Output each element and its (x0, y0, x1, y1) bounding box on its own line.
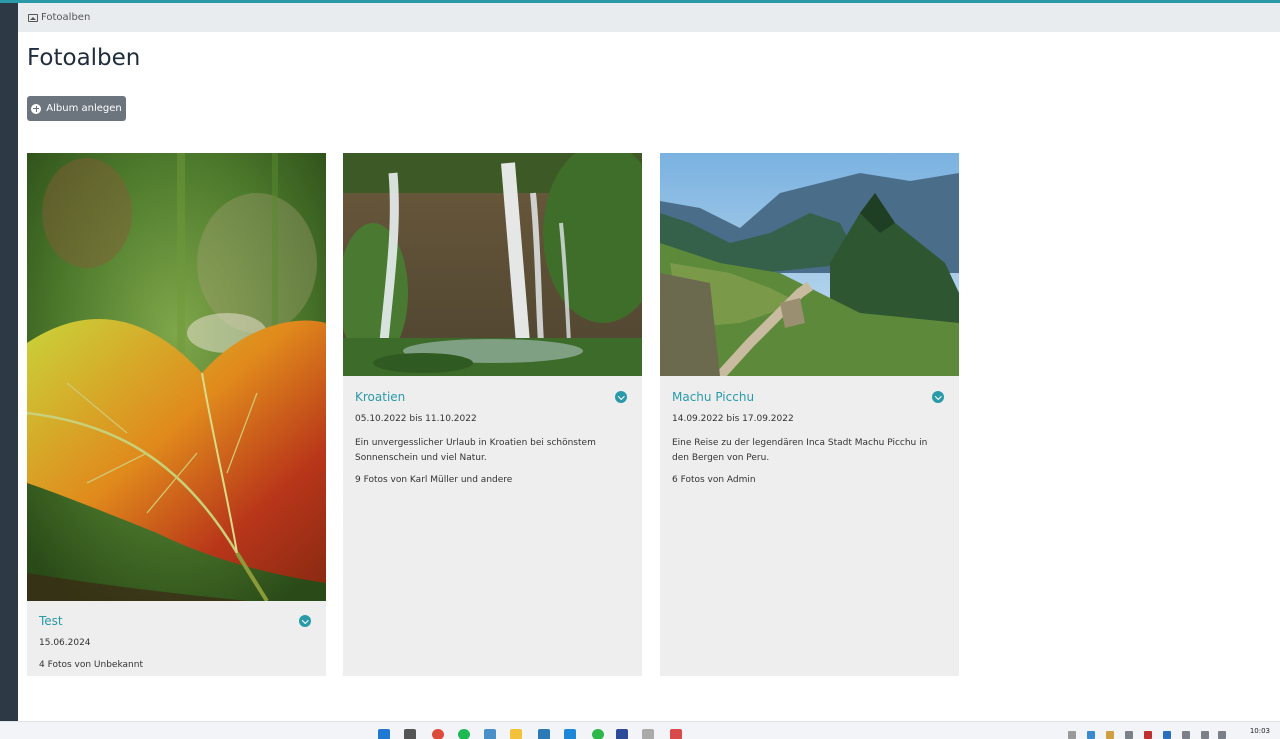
photo-album-icon (28, 13, 38, 22)
sidebar[interactable] (0, 3, 18, 721)
album-card-body: Kroatien 05.10.2022 bis 11.10.2022 Ein u… (355, 390, 630, 485)
album-date: 05.10.2022 bis 11.10.2022 (355, 414, 477, 424)
password-manager-icon[interactable] (616, 729, 628, 739)
album-card-body: Machu Picchu 14.09.2022 bis 17.09.2022 E… (672, 390, 947, 485)
album-card-body: Test 15.06.2024 4 Fotos von Unbekannt (39, 614, 314, 670)
vscode-icon[interactable] (564, 729, 576, 739)
file-explorer-icon[interactable] (510, 729, 522, 739)
chrome-icon[interactable] (432, 729, 444, 739)
waterfall-photo[interactable] (343, 153, 642, 376)
calendar-icon[interactable] (538, 729, 550, 739)
album-description: Eine Reise zu der legendären Inca Stadt … (672, 438, 928, 463)
tray-app-icon[interactable] (1163, 731, 1171, 739)
page-title: Fotoalben (27, 45, 141, 71)
album-card-test[interactable]: Test 15.06.2024 4 Fotos von Unbekannt (27, 153, 326, 676)
app-icon[interactable] (484, 729, 496, 739)
plus-circle-icon (31, 103, 42, 114)
usb-icon[interactable] (1182, 731, 1190, 739)
tray-app-icon[interactable] (1106, 731, 1114, 739)
spotify-icon[interactable] (458, 729, 470, 739)
breadcrumb: Fotoalben (18, 3, 1280, 32)
clock[interactable]: 10:03 (1250, 727, 1270, 735)
chevron-down-icon[interactable] (615, 391, 627, 403)
add-album-label: Album anlegen (46, 103, 122, 114)
autumn-leaf-photo[interactable] (27, 153, 326, 601)
app-icon[interactable] (642, 729, 654, 739)
album-photo-count: 9 Fotos von Karl Müller und andere (355, 475, 513, 485)
album-photo-count: 4 Fotos von Unbekannt (39, 660, 143, 670)
album-date: 15.06.2024 (39, 638, 91, 648)
volume-muted-icon[interactable] (1218, 731, 1226, 739)
tray-app-icon[interactable] (1144, 731, 1152, 739)
chevron-down-icon[interactable] (932, 391, 944, 403)
album-title[interactable]: Test (39, 614, 314, 628)
album-description: Ein unvergesslicher Urlaub in Kroatien b… (355, 438, 596, 463)
tray-app-icon[interactable] (1125, 731, 1133, 739)
snipping-tool-icon[interactable] (670, 729, 682, 739)
album-photo-count: 6 Fotos von Admin (672, 475, 756, 485)
windows-start-icon[interactable] (378, 729, 390, 739)
chevron-up-icon[interactable] (1068, 731, 1076, 739)
album-card-machu-picchu[interactable]: Machu Picchu 14.09.2022 bis 17.09.2022 E… (660, 153, 959, 676)
machu-picchu-photo[interactable] (660, 153, 959, 376)
album-card-kroatien[interactable]: Kroatien 05.10.2022 bis 11.10.2022 Ein u… (343, 153, 642, 676)
breadcrumb-item-fotoalben[interactable]: Fotoalben (41, 12, 90, 23)
tray-app-icon[interactable] (1087, 731, 1095, 739)
album-title[interactable]: Machu Picchu (672, 390, 947, 404)
add-album-button[interactable]: Album anlegen (27, 96, 126, 121)
album-title[interactable]: Kroatien (355, 390, 630, 404)
album-date: 14.09.2022 bis 17.09.2022 (672, 414, 794, 424)
whatsapp-icon[interactable] (592, 729, 604, 739)
os-taskbar: 10:03 (0, 721, 1280, 739)
display-icon[interactable] (1201, 731, 1209, 739)
chevron-down-icon[interactable] (299, 615, 311, 627)
task-view-icon[interactable] (404, 729, 416, 739)
